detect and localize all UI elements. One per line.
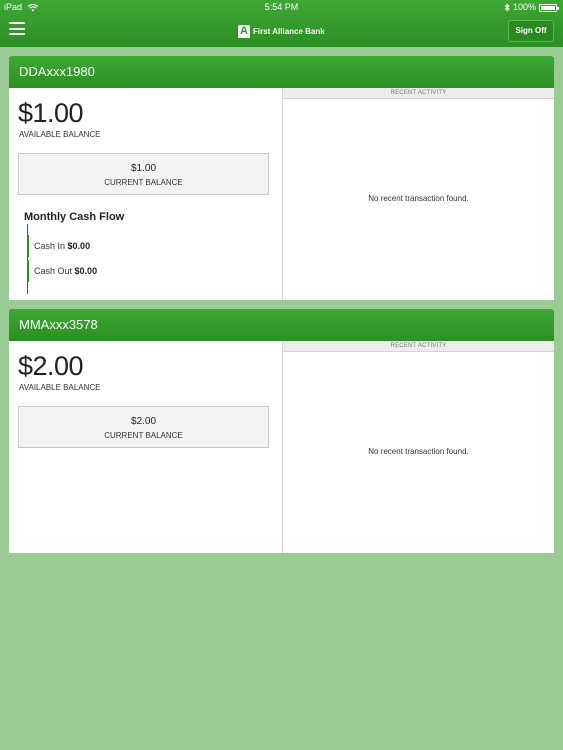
account-title[interactable]: DDAxxx1980 [9, 56, 554, 88]
account-body: $2.00 AVAILABLE BALANCE $2.00 CURRENT BA… [9, 341, 554, 553]
sign-off-button[interactable]: Sign Off [508, 20, 554, 42]
cash-out-row: Cash Out $0.00 [27, 260, 97, 282]
recent-activity-header: RECENT ACTIVITY [283, 88, 554, 99]
cash-out-value: $0.00 [74, 266, 98, 276]
recent-activity-panel: RECENT ACTIVITY No recent transaction fo… [282, 88, 554, 300]
logo-mark-icon: A [238, 24, 250, 38]
account-card: MMAxxx3578 $2.00 AVAILABLE BALANCE $2.00… [9, 309, 554, 553]
bluetooth-icon [504, 2, 510, 12]
current-balance-label: CURRENT BALANCE [104, 431, 183, 440]
no-transactions-message: No recent transaction found. [368, 447, 469, 456]
current-balance-box: $1.00 CURRENT BALANCE [18, 153, 269, 195]
current-balance-label: CURRENT BALANCE [104, 178, 183, 187]
cash-in-label: Cash In [34, 241, 66, 251]
cash-out-label: Cash Out [34, 266, 73, 276]
recent-activity-header: RECENT ACTIVITY [283, 341, 554, 352]
battery-percent: 100% [512, 2, 536, 12]
balance-panel: $2.00 AVAILABLE BALANCE $2.00 CURRENT BA… [9, 341, 282, 553]
top-navigation-bar: iPad 5:54 PM 100% A First Alliance Bank … [0, 0, 563, 47]
status-right: 100% [504, 0, 559, 14]
current-balance-amount: $2.00 [130, 416, 157, 427]
battery-icon [539, 3, 559, 12]
status-time: 5:54 PM [264, 2, 299, 12]
recent-activity-panel: RECENT ACTIVITY No recent transaction fo… [282, 341, 554, 553]
available-balance-label: AVAILABLE BALANCE [19, 383, 101, 392]
no-transactions-message: No recent transaction found. [368, 194, 469, 203]
available-balance-amount: $1.00 [18, 98, 84, 128]
cash-in-value: $0.00 [67, 241, 91, 251]
logo-text: First Alliance Bank [253, 26, 325, 36]
current-balance-box: $2.00 CURRENT BALANCE [18, 406, 269, 448]
account-title[interactable]: MMAxxx3578 [9, 309, 554, 341]
status-bar: iPad 5:54 PM 100% [0, 0, 563, 14]
balance-panel: $1.00 AVAILABLE BALANCE $1.00 CURRENT BA… [9, 88, 282, 300]
cash-in-row: Cash In $0.00 [27, 235, 90, 257]
account-body: $1.00 AVAILABLE BALANCE $1.00 CURRENT BA… [9, 88, 554, 300]
account-card: DDAxxx1980 $1.00 AVAILABLE BALANCE $1.00… [9, 56, 554, 300]
available-balance-amount: $2.00 [18, 351, 84, 381]
current-balance-amount: $1.00 [130, 163, 157, 174]
monthly-cash-flow-title: Monthly Cash Flow [24, 211, 125, 223]
bank-logo: A First Alliance Bank [238, 24, 325, 38]
hamburger-menu-icon[interactable] [9, 22, 25, 35]
available-balance-label: AVAILABLE BALANCE [19, 130, 101, 139]
